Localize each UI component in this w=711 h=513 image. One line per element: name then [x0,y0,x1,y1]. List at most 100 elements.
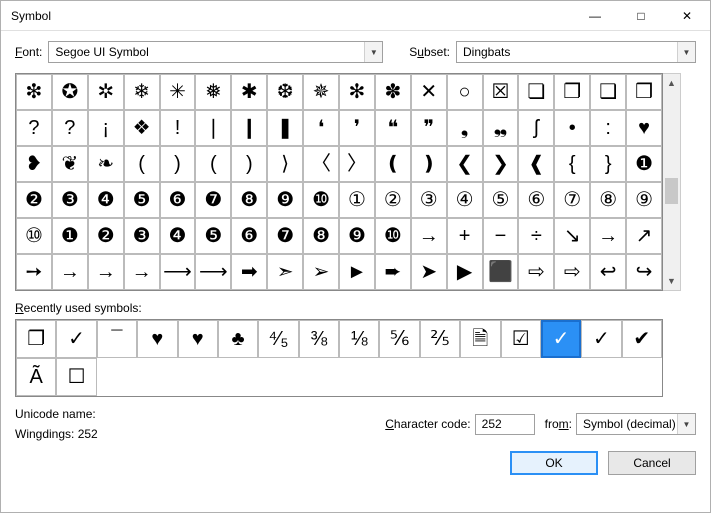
symbol-cell[interactable]: ❻ [160,182,196,218]
symbol-cell[interactable]: ✲ [88,74,124,110]
symbol-cell[interactable]: ⑦ [554,182,590,218]
recent-symbol-cell[interactable]: ⁴⁄₅ [258,320,298,358]
subset-combo[interactable]: Dingbats ▼ [456,41,696,63]
symbol-cell[interactable]: ʃ [518,110,554,146]
symbol-cell[interactable]: → [590,218,626,254]
char-code-input[interactable]: 252 [475,414,535,435]
symbol-cell[interactable]: ❻ [231,218,267,254]
symbol-cell[interactable]: ? [16,110,52,146]
symbol-cell[interactable]: + [447,218,483,254]
recent-symbol-cell[interactable]: ⅜ [299,320,339,358]
recent-symbol-cell[interactable]: ¯ [97,320,137,358]
scroll-down-icon[interactable]: ▼ [663,272,680,290]
recent-symbol-cell[interactable]: ✓ [541,320,581,358]
symbol-cell[interactable]: ❜ [339,110,375,146]
symbol-cell[interactable]: ⑥ [518,182,554,218]
symbol-cell[interactable]: ❽ [231,182,267,218]
symbol-cell[interactable]: : [590,110,626,146]
symbol-cell[interactable]: ❹ [88,182,124,218]
recent-symbol-cell[interactable]: ⅛ [339,320,379,358]
symbol-cell[interactable]: ❽ [303,218,339,254]
symbol-cell[interactable]: ➨ [375,254,411,290]
recent-symbol-cell[interactable]: ☑ [501,320,541,358]
symbol-cell[interactable]: ↪ [626,254,662,290]
symbol-cell[interactable]: 〈 [303,146,339,182]
symbol-cell[interactable]: ✳ [160,74,196,110]
symbol-cell[interactable]: ❚ [267,110,303,146]
symbol-cell[interactable]: − [483,218,519,254]
symbol-cell[interactable]: → [411,218,447,254]
symbol-cell[interactable]: ➙ [16,254,52,290]
symbol-cell[interactable]: ✵ [303,74,339,110]
symbol-cell[interactable]: { [554,146,590,182]
symbol-cell[interactable]: ❒ [626,74,662,110]
scrollbar[interactable]: ▲ ▼ [663,73,681,291]
symbol-cell[interactable]: ✽ [375,74,411,110]
symbol-cell[interactable]: ❼ [195,182,231,218]
symbol-cell[interactable]: ) [160,146,196,182]
symbol-cell[interactable]: ❾ [339,218,375,254]
symbol-cell[interactable]: → [124,254,160,290]
symbol-cell[interactable]: ❝ [375,110,411,146]
scroll-up-icon[interactable]: ▲ [663,74,680,92]
symbol-cell[interactable]: ❥ [16,146,52,182]
symbol-cell[interactable]: ↩ [590,254,626,290]
symbol-cell[interactable]: ❘ [195,110,231,146]
symbol-cell[interactable]: ❑ [590,74,626,110]
ok-button[interactable]: OK [510,451,598,475]
minimize-button[interactable]: — [572,1,618,31]
symbol-cell[interactable]: ❐ [554,74,590,110]
scroll-track[interactable] [663,92,680,272]
recent-symbol-cell[interactable]: 🗎 [460,320,500,358]
recent-symbol-cell[interactable]: ♣ [218,320,258,358]
from-combo[interactable]: Symbol (decimal) ▼ [576,413,696,435]
symbol-cell[interactable]: ❄ [124,74,160,110]
recent-symbol-cell[interactable]: ⅖ [420,320,460,358]
symbol-cell[interactable]: ❏ [518,74,554,110]
symbol-cell[interactable]: ↘ [554,218,590,254]
symbol-cell[interactable]: ➢ [303,254,339,290]
symbol-cell[interactable]: ❺ [195,218,231,254]
symbol-cell[interactable]: ✪ [52,74,88,110]
symbol-cell[interactable]: ❺ [124,182,160,218]
symbol-cell[interactable]: ( [195,146,231,182]
symbol-cell[interactable]: ❛ [303,110,339,146]
recent-symbol-cell[interactable]: ☐ [56,358,96,396]
symbol-cell[interactable]: → [88,254,124,290]
symbol-cell[interactable]: ❞ [411,110,447,146]
symbol-cell[interactable]: ❸ [52,182,88,218]
symbol-cell[interactable]: ➣ [267,254,303,290]
symbol-cell[interactable]: ❙ [231,110,267,146]
symbol-cell[interactable]: ❷ [16,182,52,218]
symbol-cell[interactable]: ⬛ [483,254,519,290]
symbol-cell[interactable]: ❮ [447,146,483,182]
symbol-cell[interactable]: ❸ [124,218,160,254]
symbol-cell[interactable]: ❹ [160,218,196,254]
symbol-cell[interactable]: ③ [411,182,447,218]
recent-symbol-cell[interactable]: ✔ [622,320,662,358]
symbol-cell[interactable]: ❯ [483,146,519,182]
symbol-cell[interactable]: ❆ [267,74,303,110]
symbol-cell[interactable]: ✕ [411,74,447,110]
symbol-cell[interactable]: ④ [447,182,483,218]
symbol-cell[interactable]: ☒ [483,74,519,110]
symbol-cell[interactable]: ❅ [195,74,231,110]
symbol-cell[interactable]: ❦ [52,146,88,182]
symbol-cell[interactable]: ② [375,182,411,218]
symbol-cell[interactable]: ⑤ [483,182,519,218]
symbol-cell[interactable]: ⑨ [626,182,662,218]
symbol-cell[interactable]: • [554,110,590,146]
symbol-cell[interactable]: ⑧ [590,182,626,218]
symbol-cell[interactable]: ❾ [267,182,303,218]
symbol-cell[interactable]: ❟ [447,110,483,146]
symbol-cell[interactable]: ) [231,146,267,182]
recent-symbol-cell[interactable]: ♥ [178,320,218,358]
symbol-cell[interactable]: ⟩ [267,146,303,182]
recent-symbol-cell[interactable]: ♥ [137,320,177,358]
symbol-cell[interactable]: ? [52,110,88,146]
symbol-cell[interactable]: ① [339,182,375,218]
symbol-cell[interactable]: ❷ [88,218,124,254]
symbol-cell[interactable]: } [590,146,626,182]
symbol-cell[interactable]: ( [124,146,160,182]
symbol-cell[interactable]: ○ [447,74,483,110]
